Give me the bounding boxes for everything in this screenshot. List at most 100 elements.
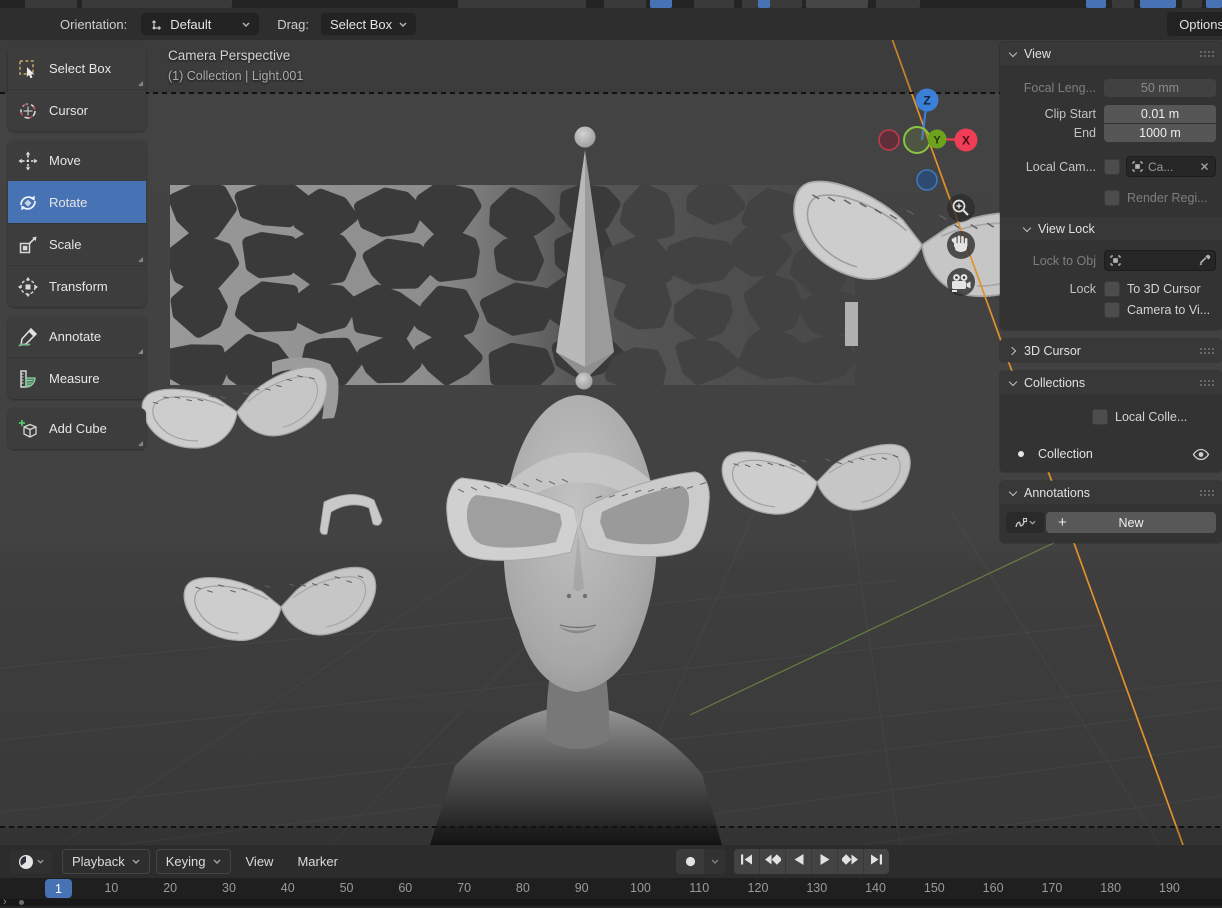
frame-tick-label: 110 xyxy=(689,881,710,895)
3d-cursor-panel-header[interactable]: 3D Cursor xyxy=(1000,339,1222,362)
view-lock-subpanel-header[interactable]: View Lock xyxy=(1000,217,1222,240)
cursor-icon xyxy=(17,100,39,122)
clip-start-field[interactable]: 0.01 m xyxy=(1104,105,1216,123)
render-region-checkbox[interactable] xyxy=(1104,190,1120,206)
previous-keyframe-button[interactable] xyxy=(759,849,785,874)
play-button[interactable] xyxy=(811,849,837,874)
gizmo-axis-z[interactable]: Z xyxy=(915,88,939,112)
local-camera-checkbox[interactable] xyxy=(1104,158,1120,175)
3d-cursor-panel: 3D Cursor xyxy=(1000,339,1222,362)
tool-button-select-box[interactable]: Select Box xyxy=(8,48,146,89)
tool-button-cursor[interactable]: Cursor xyxy=(8,89,146,131)
jump-to-start-icon xyxy=(739,853,754,871)
tool-button-rotate[interactable]: Rotate xyxy=(8,181,146,223)
collections-panel-header[interactable]: Collections xyxy=(1000,371,1222,394)
jump-to-start-button[interactable] xyxy=(734,849,759,874)
measure-icon xyxy=(17,368,39,390)
camera-data-icon xyxy=(1131,160,1144,173)
timeline-scrollbar[interactable]: › xyxy=(0,897,1222,908)
frame-tick-label: 40 xyxy=(280,881,295,895)
chevron-right-icon xyxy=(1008,346,1018,356)
local-collections-checkbox[interactable] xyxy=(1092,409,1108,425)
camera-view-button[interactable] xyxy=(947,268,975,296)
focal-length-field[interactable]: 50 mm xyxy=(1104,79,1216,97)
panel-grip-handle[interactable] xyxy=(1199,488,1216,497)
frame-tick-label: 60 xyxy=(398,881,413,895)
annotation-layer-dropdown[interactable] xyxy=(1006,512,1044,533)
timeline-header: Playback Keying View Marker xyxy=(0,845,1222,878)
view-panel-header[interactable]: View xyxy=(1000,42,1222,65)
timeline-menu-keying[interactable]: Keying xyxy=(155,849,231,874)
jump-to-end-button[interactable] xyxy=(863,849,889,874)
pan-hand-button[interactable] xyxy=(947,231,975,259)
menu-label: Marker xyxy=(297,854,338,869)
tool-group: Move Rotate Scale Transform xyxy=(8,140,146,307)
svg-text:X: X xyxy=(962,134,970,148)
timeline-menu-marker[interactable]: Marker xyxy=(288,850,346,873)
current-frame-indicator[interactable]: 1 xyxy=(45,879,72,898)
upper-bar-fragment xyxy=(650,0,672,8)
timeline-frame-ruler[interactable]: 1 10 20 30 40 50 60 70 80 90 100 110 120 130 140 150 16… xyxy=(0,878,1222,899)
playback-transport xyxy=(734,849,889,874)
voronoi-panel-object[interactable] xyxy=(170,185,875,388)
editor-type-dropdown[interactable] xyxy=(10,849,52,874)
timeline-menu-view[interactable]: View xyxy=(237,850,283,873)
annotations-title: Annotations xyxy=(1024,485,1091,500)
clear-x-icon[interactable] xyxy=(1198,160,1211,173)
visibility-eye-icon[interactable] xyxy=(1192,448,1210,461)
local-collections-label: Local Colle... xyxy=(1115,410,1188,424)
tool-button-move[interactable]: Move xyxy=(8,140,146,181)
clip-end-field[interactable]: 1000 m xyxy=(1104,124,1216,142)
tool-button-transform[interactable]: Transform xyxy=(8,265,146,307)
gizmo-axis-z-negative[interactable] xyxy=(916,169,938,191)
play-reverse-button[interactable] xyxy=(785,849,811,874)
rotate-icon xyxy=(17,192,39,214)
tool-button-scale[interactable]: Scale xyxy=(8,223,146,265)
collection-active-dot-icon xyxy=(1018,451,1024,457)
chevron-down-icon xyxy=(37,859,44,864)
tool-button-add-cube[interactable]: Add Cube xyxy=(8,408,146,449)
eyedropper-icon[interactable] xyxy=(1198,254,1211,267)
collection-list-item[interactable]: Collection xyxy=(1004,444,1218,464)
tool-button-annotate[interactable]: Annotate xyxy=(8,316,146,357)
frame-tick-label: 170 xyxy=(1041,881,1063,895)
camera-to-view-label: Camera to Vi... xyxy=(1127,303,1211,317)
lock-to-obj-label: Lock to Obj xyxy=(1032,253,1096,268)
tool-label: Select Box xyxy=(49,61,112,76)
frame-tick-label: 50 xyxy=(339,881,354,895)
gizmo-axis-x-negative[interactable] xyxy=(878,129,900,151)
timeline-clock-icon xyxy=(19,854,33,869)
auto-keying-record-button[interactable] xyxy=(676,849,704,874)
local-camera-field[interactable]: Ca... xyxy=(1126,156,1216,177)
zoom-button[interactable] xyxy=(947,194,975,222)
upper-bar-fragment xyxy=(876,0,920,8)
tool-label: Move xyxy=(49,153,81,168)
orientation-dropdown[interactable]: Default xyxy=(141,13,260,35)
drag-dropdown[interactable]: Select Box xyxy=(321,13,417,35)
panel-grip-handle[interactable] xyxy=(1199,49,1216,58)
frame-tick-label: 120 xyxy=(747,881,769,895)
next-keyframe-button[interactable] xyxy=(837,849,863,874)
camera-to-view-checkbox[interactable] xyxy=(1104,302,1120,318)
gizmo-axis-y-negative[interactable] xyxy=(903,126,931,154)
viewport-text-overlay: Camera Perspective (1) Collection | Ligh… xyxy=(168,46,303,86)
gizmo-axis-y[interactable]: Y xyxy=(927,129,947,149)
tool-shelf: Select Box Cursor Move Rotate Scale Transform… xyxy=(8,48,146,458)
gizmo-axis-x[interactable]: X xyxy=(954,128,978,152)
jump-to-end-icon xyxy=(869,853,884,871)
chevron-down-icon xyxy=(1008,488,1018,498)
panel-grip-handle[interactable] xyxy=(1199,346,1216,355)
annotations-panel-header[interactable]: Annotations xyxy=(1000,481,1222,504)
lock-to-3d-cursor-checkbox[interactable] xyxy=(1104,281,1120,297)
keying-set-dropdown[interactable] xyxy=(704,849,726,874)
annotation-new-button[interactable]: + New xyxy=(1046,512,1216,533)
subtool-indicator-icon xyxy=(138,81,143,86)
tool-label: Transform xyxy=(49,279,108,294)
timeline-menu-playback[interactable]: Playback xyxy=(62,849,150,874)
lock-to-object-field[interactable] xyxy=(1104,250,1216,271)
glasses-peg-object[interactable] xyxy=(845,302,858,346)
panel-grip-handle[interactable] xyxy=(1199,378,1216,387)
frame-tick-label: 190 xyxy=(1159,881,1180,895)
frame-tick-label: 150 xyxy=(923,881,945,895)
tool-button-measure[interactable]: Measure xyxy=(8,357,146,399)
